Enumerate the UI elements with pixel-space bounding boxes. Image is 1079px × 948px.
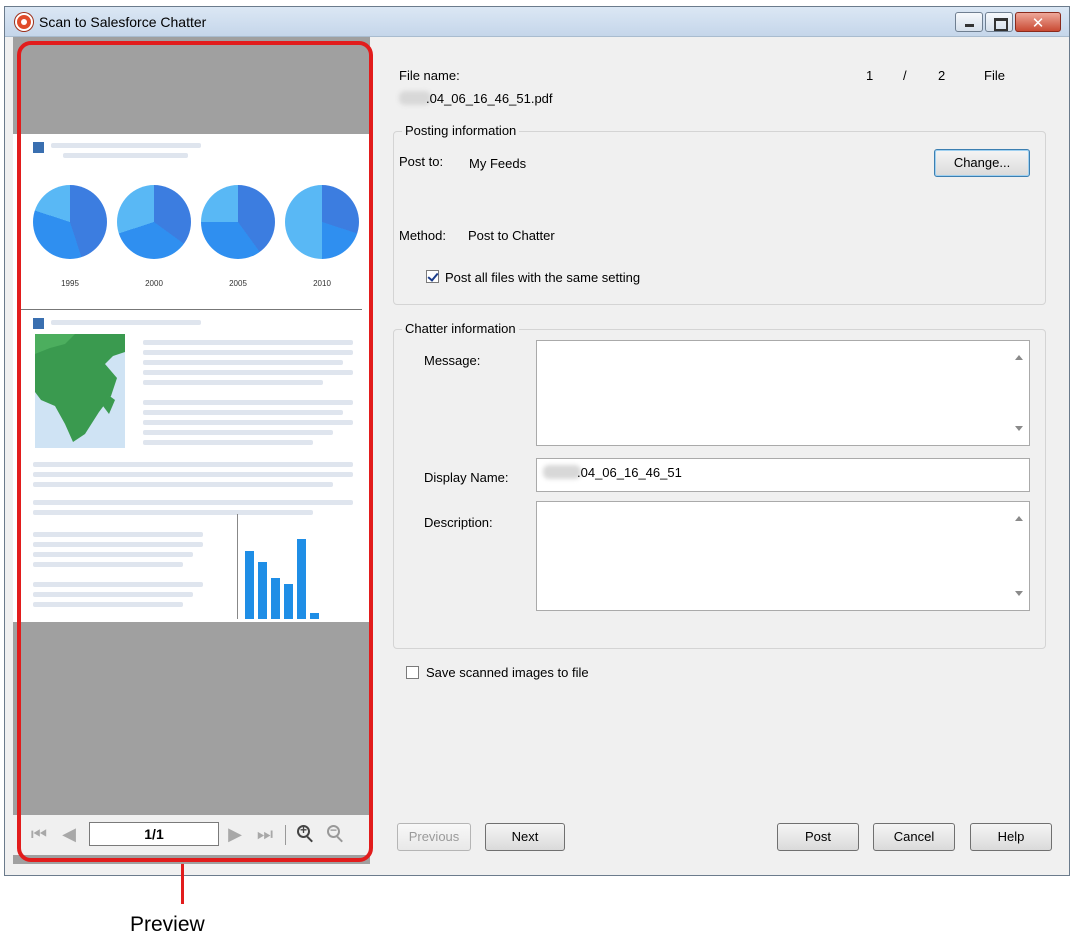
- section-marker: [33, 142, 44, 153]
- message-label: Message:: [424, 353, 481, 368]
- method-value: Post to Chatter: [468, 228, 555, 243]
- description-label: Description:: [424, 515, 493, 530]
- pie-year-label: 1995: [61, 279, 79, 288]
- pie-chart-2010: [285, 185, 359, 259]
- file-separator: /: [903, 68, 907, 83]
- preview-navigation: ⏮ ◀ 1/1 ▶ ⏭ + −: [13, 815, 370, 855]
- same-setting-checkbox[interactable]: [426, 270, 439, 283]
- previous-button[interactable]: Previous: [397, 823, 471, 851]
- cancel-button[interactable]: Cancel: [873, 823, 955, 851]
- bar: [245, 551, 254, 619]
- close-icon: ✕: [1031, 15, 1045, 32]
- text-line: [143, 350, 353, 355]
- text-line: [143, 420, 353, 425]
- posting-group-title: Posting information: [402, 123, 520, 138]
- text-line: [33, 472, 353, 477]
- nav-separator: [285, 825, 286, 845]
- first-page-icon[interactable]: ⏮: [29, 823, 49, 845]
- text-line: [33, 542, 203, 547]
- bar: [297, 539, 306, 619]
- chatter-group-title: Chatter information: [402, 321, 519, 336]
- page-divider: [21, 309, 362, 310]
- save-scanned-checkbox[interactable]: [406, 666, 419, 679]
- pie-chart-1995: [33, 185, 107, 259]
- text-line: [143, 380, 323, 385]
- text-line: [143, 370, 353, 375]
- scroll-down-icon[interactable]: [1015, 426, 1023, 431]
- file-index: 1: [866, 68, 874, 83]
- page-number-field[interactable]: 1/1: [89, 822, 219, 846]
- section-marker: [33, 318, 44, 329]
- text-line: [51, 320, 201, 325]
- change-button[interactable]: Change...: [934, 149, 1030, 177]
- file-unit: File: [984, 68, 1005, 83]
- close-button[interactable]: ✕: [1015, 12, 1061, 32]
- window-title: Scan to Salesforce Chatter: [39, 14, 207, 30]
- callout-line: [181, 864, 184, 904]
- previous-page-icon[interactable]: ◀: [59, 823, 79, 845]
- description-textarea[interactable]: [536, 501, 1030, 611]
- text-line: [143, 410, 343, 415]
- same-setting-label: Post all files with the same setting: [445, 270, 641, 285]
- text-line: [51, 143, 201, 148]
- text-line: [33, 562, 183, 567]
- text-line: [143, 360, 343, 365]
- bar: [284, 584, 293, 619]
- minimize-button[interactable]: [955, 12, 983, 32]
- bar: [310, 613, 319, 619]
- zoom-in-icon[interactable]: +: [297, 823, 315, 843]
- text-line: [143, 440, 313, 445]
- preview-pane[interactable]: 1995 2000 2005 2010: [13, 37, 370, 864]
- post-to-label: Post to:: [399, 154, 444, 169]
- pie-chart-2000: [117, 185, 191, 259]
- pie-year-label: 2010: [313, 279, 331, 288]
- title-bar: Scan to Salesforce Chatter ✕: [5, 7, 1069, 37]
- map-icon: [35, 334, 125, 442]
- text-line: [33, 602, 183, 607]
- text-line: [33, 462, 353, 467]
- display-name-value: .04_06_16_46_51: [577, 465, 682, 480]
- blurred-display-prefix: [543, 465, 581, 479]
- help-button[interactable]: Help: [970, 823, 1052, 851]
- bar-axis: [237, 514, 238, 619]
- text-line: [143, 430, 333, 435]
- bar-chart-image: [223, 514, 333, 624]
- next-button[interactable]: Next: [485, 823, 565, 851]
- save-scanned-label: Save scanned images to file: [426, 665, 589, 680]
- world-map-image: [35, 334, 125, 448]
- pie-year-label: 2005: [229, 279, 247, 288]
- app-icon: [15, 13, 33, 31]
- text-line: [33, 500, 353, 505]
- text-line: [33, 592, 193, 597]
- message-textarea[interactable]: [536, 340, 1030, 446]
- text-line: [33, 482, 333, 487]
- file-name-value: .04_06_16_46_51.pdf: [426, 91, 553, 106]
- file-name-label: File name:: [399, 68, 460, 83]
- next-page-icon[interactable]: ▶: [225, 823, 245, 845]
- text-line: [33, 552, 193, 557]
- pie-year-label: 2000: [145, 279, 163, 288]
- bar: [258, 562, 267, 619]
- display-name-label: Display Name:: [424, 470, 509, 485]
- post-to-value: My Feeds: [469, 156, 527, 171]
- text-line: [143, 340, 353, 345]
- text-line: [143, 400, 353, 405]
- scroll-up-icon[interactable]: [1015, 516, 1023, 521]
- scroll-up-icon[interactable]: [1015, 355, 1023, 360]
- text-line: [33, 582, 203, 587]
- maximize-button[interactable]: [985, 12, 1013, 32]
- display-name-field[interactable]: .04_06_16_46_51: [536, 458, 1030, 492]
- text-line: [63, 153, 188, 158]
- text-line: [33, 532, 203, 537]
- scroll-down-icon[interactable]: [1015, 591, 1023, 596]
- bar: [271, 578, 280, 619]
- post-button[interactable]: Post: [777, 823, 859, 851]
- preview-page: 1995 2000 2005 2010: [13, 134, 370, 622]
- pie-chart-2005: [201, 185, 275, 259]
- method-label: Method:: [399, 228, 446, 243]
- zoom-out-icon[interactable]: −: [327, 823, 345, 843]
- last-page-icon[interactable]: ⏭: [255, 823, 275, 845]
- file-total: 2: [938, 68, 946, 83]
- preview-callout-label: Preview: [130, 913, 205, 936]
